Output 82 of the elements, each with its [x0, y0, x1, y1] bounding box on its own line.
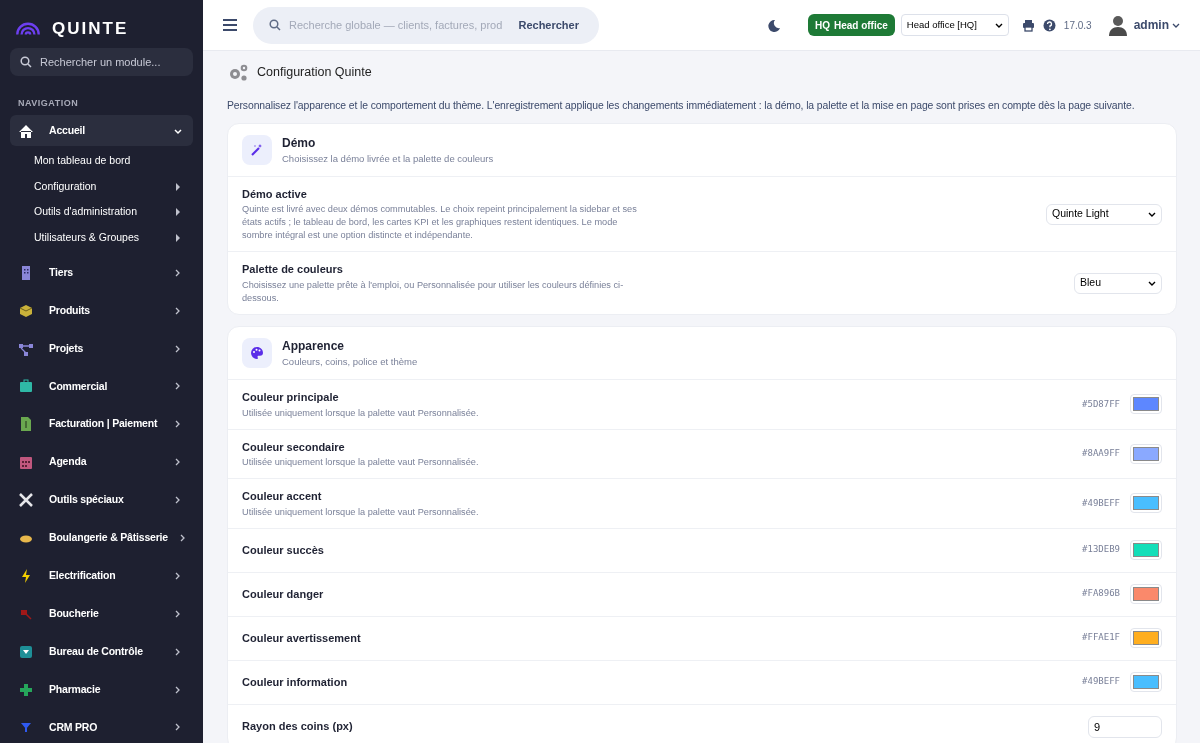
- setting-description: Utilisée uniquement lorsque la palette vaut Personnalisée.: [242, 456, 480, 470]
- module-icon: [18, 122, 34, 139]
- hex-value: #FA896B: [1082, 587, 1120, 601]
- setting-label: Couleur accent: [242, 489, 323, 505]
- menu-icon: [223, 19, 237, 31]
- setting-select[interactable]: Bleu: [1074, 272, 1162, 294]
- module-icon: [18, 681, 34, 698]
- setting-label: Couleur danger: [242, 586, 325, 602]
- setting-label: Couleur secondaire: [242, 439, 346, 455]
- section-label: NAVIGATION: [17, 96, 80, 110]
- entity-name: Head office: [833, 18, 888, 33]
- setting-label: Couleur principale: [242, 390, 340, 406]
- submenu-item[interactable]: Outils d'administration: [0, 199, 203, 225]
- sidebar-item[interactable]: Outils spéciaux: [10, 484, 193, 516]
- module-search-field[interactable]: Rechercher un module...: [10, 47, 193, 76]
- hex-value: #8AA9FF: [1082, 447, 1120, 461]
- sidebar-item[interactable]: CRM PRO: [10, 712, 193, 743]
- brand-name: QUINTE: [52, 18, 129, 41]
- version-label: 17.0.3: [1063, 18, 1092, 33]
- setting-label: Couleur succès: [242, 542, 325, 558]
- page-title: Configuration Quinte: [257, 64, 372, 82]
- sidebar-item[interactable]: Projets: [10, 333, 193, 364]
- user-menu[interactable]: admin: [1133, 16, 1180, 34]
- avatar-icon: [1107, 14, 1128, 36]
- sidebar-item[interactable]: Boulangerie & Pâtisserie: [10, 522, 193, 554]
- setting-label: Couleur information: [242, 674, 349, 690]
- setting-label: Palette de couleurs: [242, 262, 344, 278]
- hex-value: #49BEFF: [1082, 675, 1120, 689]
- chevron-down-icon: [1148, 210, 1156, 218]
- logo-icon: [16, 22, 40, 36]
- module-icon: [18, 492, 34, 509]
- setting-label: Rayon des coins (px): [242, 719, 354, 735]
- sidebar-item[interactable]: Bureau de Contrôle: [10, 636, 193, 668]
- chevron-down-icon: [1148, 279, 1156, 287]
- setting-description: Quinte est livré avec deux démos commutables. Le choix repeint principalement la sidebar et ses états actifs ; le tableau de bord, les cartes KPI et les graphiques restent identiques. Le mode sombre intégral est une option distincte et indépendante.: [242, 203, 637, 243]
- module-icon: [18, 302, 34, 319]
- submenu-item[interactable]: Mon tableau de bord: [0, 148, 203, 174]
- submenu-item[interactable]: Utilisateurs & Groupes: [0, 224, 203, 251]
- card-title: Démo: [282, 134, 317, 152]
- sidebar-item[interactable]: Boucherie: [10, 598, 193, 630]
- chevron-down-icon: [1172, 21, 1180, 29]
- module-icon: [18, 416, 34, 433]
- module-icon: [18, 643, 34, 660]
- intro-text: Personnalisez l'apparence et le comportement du thème. L'enregistrement applique les changements immédiatement : la démo, la palette et la mise en page sont prises en compte dès la page suivante.: [227, 99, 1136, 113]
- sidebar-item[interactable]: Produits: [10, 295, 193, 327]
- setting-select[interactable]: Quinte Light: [1046, 203, 1162, 225]
- hex-value: #5D87FF: [1082, 397, 1120, 411]
- hex-value: #FFAE1F: [1082, 631, 1120, 645]
- number-field[interactable]: 9: [1088, 715, 1162, 738]
- sidebar-item[interactable]: Accueil: [10, 115, 193, 147]
- setting-description: Utilisée uniquement lorsque la palette vaut Personnalisée.: [242, 505, 480, 519]
- palette-icon: [242, 338, 272, 368]
- setting-label: Démo active: [242, 186, 308, 202]
- entity-select[interactable]: Head office [HQ]: [900, 14, 1009, 36]
- moon-icon: [766, 18, 780, 32]
- magic-wand-icon: [242, 134, 272, 165]
- submenu-item[interactable]: Configuration: [0, 173, 203, 200]
- printer-icon: [1021, 18, 1035, 32]
- search-icon: [20, 55, 32, 68]
- search-icon: [269, 19, 281, 31]
- setting-label: Couleur avertissement: [242, 630, 362, 646]
- sidebar-item[interactable]: Tiers: [10, 257, 193, 289]
- sidebar-item[interactable]: Facturation | Paiement: [10, 408, 193, 440]
- card-title: Apparence: [282, 337, 346, 355]
- module-icon: [18, 378, 34, 395]
- module-icon: [18, 454, 34, 471]
- sidebar-item[interactable]: Agenda: [10, 446, 193, 478]
- sidebar-item[interactable]: Pharmacie: [10, 674, 193, 706]
- sidebar-item[interactable]: Electrification: [10, 560, 193, 592]
- gears-icon: [227, 63, 249, 82]
- hex-value: #13DEB9: [1082, 543, 1120, 557]
- hex-value: #49BEFF: [1082, 496, 1120, 510]
- global-search-field[interactable]: Recherche globale — clients, factures, prod Rechercher: [253, 6, 599, 44]
- search-button[interactable]: Rechercher: [510, 16, 587, 34]
- setting-description: Utilisée uniquement lorsque la palette vaut Personnalisée.: [242, 406, 480, 420]
- card-subtitle: Choisissez la démo livrée et la palette de couleurs: [282, 151, 494, 166]
- setting-description: Choisissez une palette prête à l'emploi, ou Personnalisée pour utiliser les couleurs définies ci-dessous.: [242, 278, 625, 305]
- help-icon: [1042, 18, 1056, 32]
- entity-code: HQ: [814, 18, 830, 33]
- sidebar-item[interactable]: Commercial: [10, 371, 193, 402]
- chevron-down-icon: [994, 21, 1003, 29]
- card-subtitle: Couleurs, coins, police et thème: [282, 354, 418, 369]
